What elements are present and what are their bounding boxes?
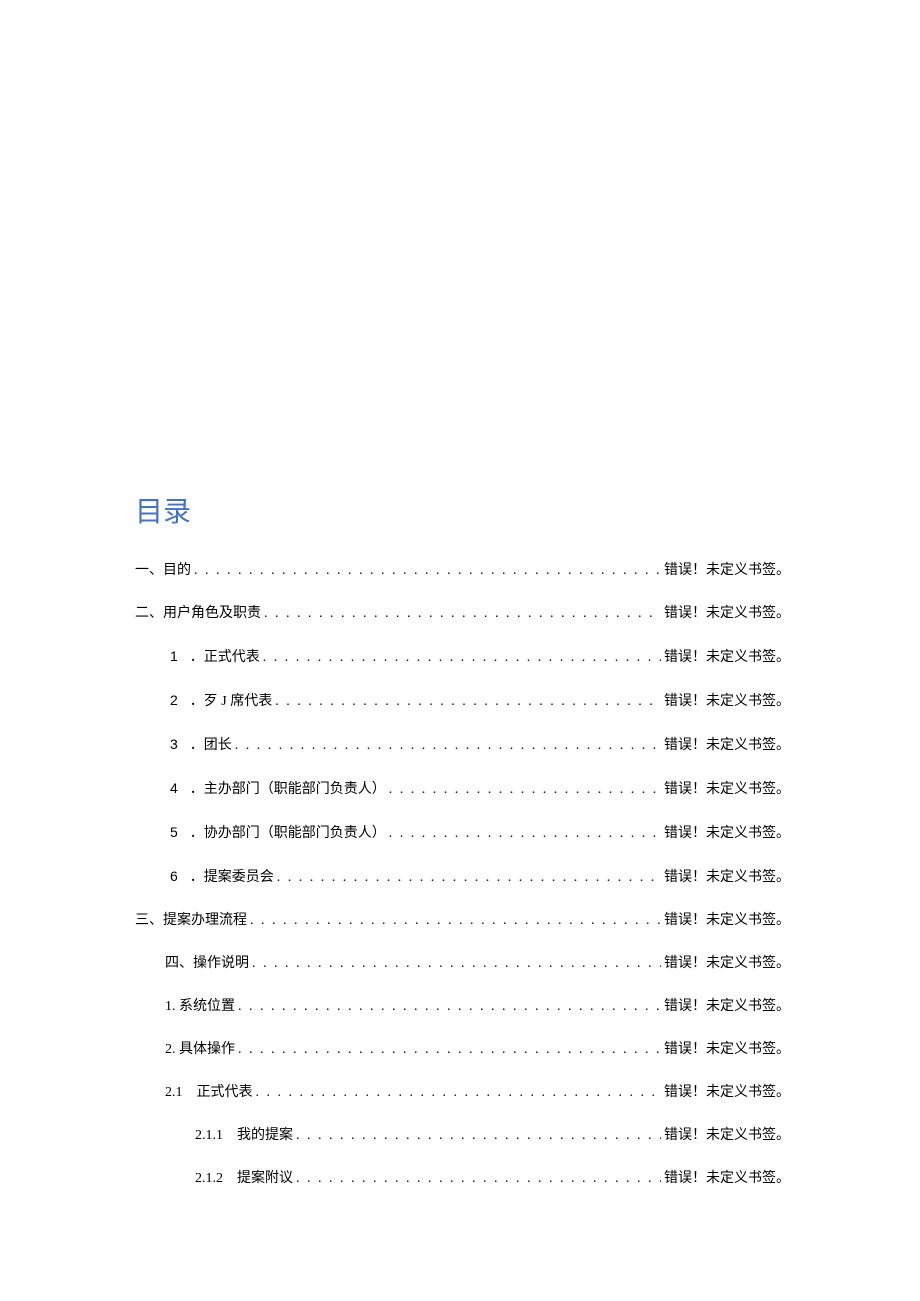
toc-entry[interactable]: 2.1 正式代表. . . . . . . . . . . . . . . . … — [135, 1082, 790, 1103]
toc-entry[interactable]: 2.1.2 提案附议. . . . . . . . . . . . . . . … — [135, 1168, 790, 1189]
toc-entry-page: 错误！未定义书签。 — [664, 647, 790, 668]
toc-entry[interactable]: 5 ．协办部门（职能部门负责人）. . . . . . . . . . . . .… — [135, 822, 790, 844]
toc-entry-label: 四、操作说明 — [165, 953, 249, 974]
toc-entry-text: 一、目的 — [135, 563, 191, 578]
toc-entry-text: ．正式代表 — [190, 650, 260, 665]
toc-entry-text: ．团长 — [190, 738, 232, 753]
toc-leader-dots: . . . . . . . . . . . . . . . . . . . . … — [264, 603, 661, 624]
toc-entry-page: 错误！未定义书签。 — [664, 910, 790, 931]
toc-list: 一、目的. . . . . . . . . . . . . . . . . . … — [135, 560, 790, 1189]
toc-entry-page: 错误！未定义书签。 — [664, 735, 790, 756]
toc-entry-label: 一、目的 — [135, 560, 191, 581]
toc-entry-page: 错误！未定义书签。 — [664, 603, 790, 624]
toc-entry-page: 错误！未定义书签。 — [664, 867, 790, 888]
toc-entry-text: 2. 具体操作 — [165, 1042, 235, 1057]
toc-leader-dots: . . . . . . . . . . . . . . . . . . . . … — [263, 647, 661, 668]
toc-entry[interactable]: 四、操作说明. . . . . . . . . . . . . . . . . … — [135, 953, 790, 974]
toc-leader-dots: . . . . . . . . . . . . . . . . . . . . … — [277, 867, 661, 888]
toc-entry-page: 错误！未定义书签。 — [664, 1039, 790, 1060]
toc-entry-label: 三、提案办理流程 — [135, 910, 247, 931]
toc-entry-text: 四、操作说明 — [165, 956, 249, 971]
toc-entry[interactable]: 二、用户角色及职责. . . . . . . . . . . . . . . .… — [135, 603, 790, 624]
toc-entry-text: 二、用户角色及职责 — [135, 606, 261, 621]
toc-entry-page: 错误！未定义书签。 — [664, 953, 790, 974]
toc-entry[interactable]: 3 ．团长. . . . . . . . . . . . . . . . . . … — [135, 734, 790, 756]
toc-entry-page: 错误！未定义书签。 — [664, 779, 790, 800]
toc-entry-label: 2.1.1 我的提案 — [195, 1125, 293, 1146]
toc-entry[interactable]: 2.1.1 我的提案. . . . . . . . . . . . . . . … — [135, 1125, 790, 1146]
toc-entry-label: 4 ．主办部门（职能部门负责人） — [170, 778, 386, 800]
toc-entry-label: 二、用户角色及职责 — [135, 603, 261, 624]
toc-entry[interactable]: 1 ．正式代表. . . . . . . . . . . . . . . . . … — [135, 646, 790, 668]
toc-entry-label: 2 ．歹 J 席代表 — [170, 690, 272, 712]
toc-leader-dots: . . . . . . . . . . . . . . . . . . . . … — [296, 1125, 661, 1146]
toc-leader-dots: . . . . . . . . . . . . . . . . . . . . … — [256, 1082, 662, 1103]
toc-entry-number: 3 — [170, 736, 178, 752]
toc-entry[interactable]: 一、目的. . . . . . . . . . . . . . . . . . … — [135, 560, 790, 581]
toc-entry-text: 三、提案办理流程 — [135, 913, 247, 928]
toc-leader-dots: . . . . . . . . . . . . . . . . . . . . … — [296, 1168, 661, 1189]
toc-entry-text: ．主办部门（职能部门负责人） — [190, 782, 386, 797]
toc-entry[interactable]: 三、提案办理流程. . . . . . . . . . . . . . . . … — [135, 910, 790, 931]
toc-leader-dots: . . . . . . . . . . . . . . . . . . . . … — [235, 735, 661, 756]
toc-entry-page: 错误！未定义书签。 — [664, 1082, 790, 1103]
toc-entry-label: 1. 系统位置 — [165, 996, 235, 1017]
toc-entry[interactable]: 1. 系统位置. . . . . . . . . . . . . . . . .… — [135, 996, 790, 1017]
toc-entry-label: 3 ．团长 — [170, 734, 232, 756]
toc-entry-text: 2.1 正式代表 — [165, 1085, 253, 1100]
toc-entry-text: ．歹 J 席代表 — [190, 694, 272, 709]
toc-entry-number: 4 — [170, 780, 178, 796]
document-page: 目录 一、目的. . . . . . . . . . . . . . . . .… — [0, 0, 920, 1189]
toc-entry-number: 6 — [170, 868, 178, 884]
toc-entry-page: 错误！未定义书签。 — [664, 560, 790, 581]
toc-entry-page: 错误！未定义书签。 — [664, 1125, 790, 1146]
toc-leader-dots: . . . . . . . . . . . . . . . . . . . . … — [389, 823, 661, 844]
toc-entry-text: 2.1.2 提案附议 — [195, 1171, 293, 1186]
toc-leader-dots: . . . . . . . . . . . . . . . . . . . . … — [275, 691, 661, 712]
toc-leader-dots: . . . . . . . . . . . . . . . . . . . . … — [238, 1039, 661, 1060]
toc-entry-number: 5 — [170, 824, 178, 840]
toc-entry-text: ．提案委员会 — [190, 870, 274, 885]
toc-entry-label: 1 ．正式代表 — [170, 646, 260, 668]
toc-leader-dots: . . . . . . . . . . . . . . . . . . . . … — [250, 910, 661, 931]
toc-entry-page: 错误！未定义书签。 — [664, 691, 790, 712]
toc-entry-label: 2. 具体操作 — [165, 1039, 235, 1060]
toc-entry-page: 错误！未定义书签。 — [664, 1168, 790, 1189]
toc-entry-text: ．协办部门（职能部门负责人） — [190, 826, 386, 841]
toc-entry-label: 2.1 正式代表 — [165, 1082, 253, 1103]
toc-leader-dots: . . . . . . . . . . . . . . . . . . . . … — [389, 779, 661, 800]
toc-entry-label: 6 ．提案委员会 — [170, 866, 274, 888]
toc-entry-text: 2.1.1 我的提案 — [195, 1128, 293, 1143]
toc-entry[interactable]: 6 ．提案委员会. . . . . . . . . . . . . . . . .… — [135, 866, 790, 888]
toc-title: 目录 — [135, 490, 790, 530]
toc-leader-dots: . . . . . . . . . . . . . . . . . . . . … — [194, 560, 661, 581]
toc-leader-dots: . . . . . . . . . . . . . . . . . . . . … — [252, 953, 661, 974]
toc-entry-number: 1 — [170, 648, 178, 664]
toc-entry-page: 错误！未定义书签。 — [664, 823, 790, 844]
toc-entry[interactable]: 2. 具体操作. . . . . . . . . . . . . . . . .… — [135, 1039, 790, 1060]
toc-entry-page: 错误！未定义书签。 — [664, 996, 790, 1017]
toc-entry-label: 5 ．协办部门（职能部门负责人） — [170, 822, 386, 844]
toc-entry[interactable]: 2 ．歹 J 席代表. . . . . . . . . . . . . . . .… — [135, 690, 790, 712]
toc-entry-label: 2.1.2 提案附议 — [195, 1168, 293, 1189]
toc-entry-text: 1. 系统位置 — [165, 999, 235, 1014]
toc-leader-dots: . . . . . . . . . . . . . . . . . . . . … — [238, 996, 661, 1017]
toc-entry-number: 2 — [170, 692, 178, 708]
toc-entry[interactable]: 4 ．主办部门（职能部门负责人）. . . . . . . . . . . . .… — [135, 778, 790, 800]
